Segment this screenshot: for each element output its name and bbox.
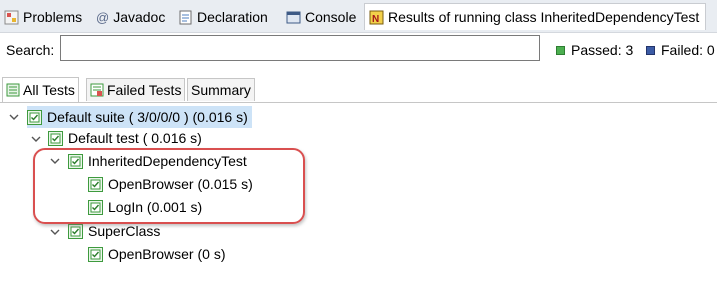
- passed-icon: [556, 45, 565, 55]
- test-pass-icon: [48, 130, 63, 146]
- tree-node-method-openbrowser-super-label: OpenBrowser (0 s): [108, 246, 226, 262]
- tree-node-test-label: Default test ( 0.016 s): [68, 130, 202, 146]
- tree-node-class-superclass-label: SuperClass: [88, 223, 161, 239]
- problems-icon: [4, 10, 19, 25]
- tab-declaration[interactable]: Declaration: [178, 6, 268, 28]
- tree-node-suite[interactable]: Default suite ( 3/0/0/0 ) (0.016 s): [27, 106, 252, 128]
- tab-summary-label: Summary: [191, 82, 251, 98]
- tab-all-tests-label: All Tests: [23, 82, 75, 98]
- tab-console-label: Console: [305, 9, 357, 25]
- tab-testng-results-label: Results of running class InheritedDepend…: [388, 9, 700, 25]
- failed-stat: Failed: 0: [646, 42, 715, 58]
- search-input[interactable]: [60, 35, 540, 61]
- failed-count: Failed: 0: [661, 42, 715, 58]
- method-pass-icon: [88, 246, 103, 262]
- chevron-down-icon[interactable]: [9, 112, 19, 122]
- tab-testng-results[interactable]: N Results of running class InheritedDepe…: [364, 3, 707, 30]
- class-pass-icon: [68, 223, 83, 239]
- tab-javadoc[interactable]: @ Javadoc: [96, 6, 165, 28]
- svg-text:N: N: [372, 14, 379, 25]
- tab-console[interactable]: Console: [286, 6, 356, 28]
- passed-count: Passed: 3: [571, 42, 634, 58]
- tab-problems-label: Problems: [23, 9, 83, 25]
- tree-node-test[interactable]: Default test ( 0.016 s): [48, 127, 202, 149]
- all-tests-icon: [6, 83, 20, 97]
- results-tab-bar: All Tests Failed Tests Summary: [0, 77, 717, 103]
- tab-declaration-label: Declaration: [197, 9, 268, 25]
- search-label: Search:: [6, 42, 55, 58]
- chevron-down-icon[interactable]: [31, 134, 41, 144]
- tree-node-method-openbrowser-super[interactable]: OpenBrowser (0 s): [88, 243, 225, 265]
- chevron-down-icon[interactable]: [50, 227, 60, 237]
- testng-icon: N: [369, 10, 384, 25]
- suite-pass-icon: [27, 109, 42, 125]
- view-tab-bar: Problems @ Javadoc Declaration Console N…: [0, 0, 717, 33]
- search-row: Search: Passed: 3 Failed: 0: [0, 32, 717, 68]
- passed-stat: Passed: 3: [556, 42, 633, 58]
- tab-problems[interactable]: Problems: [4, 6, 82, 28]
- tab-javadoc-label: Javadoc: [113, 9, 166, 25]
- tab-failed-tests[interactable]: Failed Tests: [86, 78, 186, 101]
- tab-failed-tests-label: Failed Tests: [107, 82, 182, 98]
- annotation-highlight-box: [33, 148, 305, 224]
- failed-tests-icon: [90, 83, 104, 97]
- declaration-icon: [178, 10, 193, 25]
- console-icon: [286, 10, 301, 25]
- javadoc-icon: @: [96, 9, 110, 25]
- failed-icon: [646, 45, 655, 55]
- tab-all-tests[interactable]: All Tests: [2, 77, 79, 102]
- tree-node-suite-label: Default suite ( 3/0/0/0 ) (0.016 s): [47, 109, 248, 125]
- tab-summary[interactable]: Summary: [187, 78, 255, 101]
